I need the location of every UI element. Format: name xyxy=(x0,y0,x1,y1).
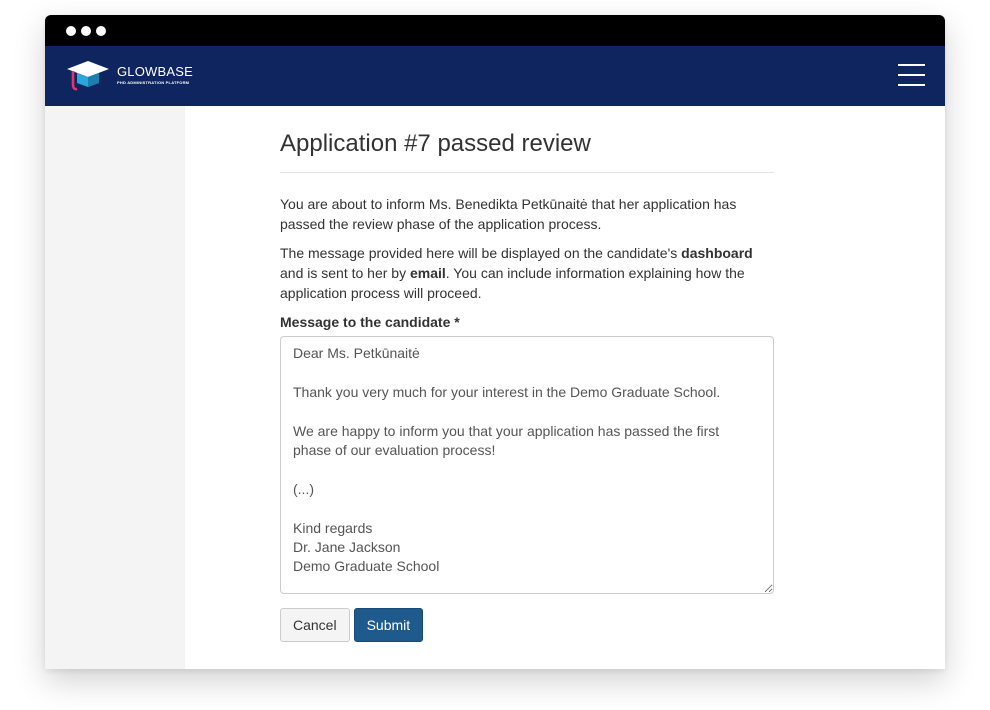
page-title: Application #7 passed review xyxy=(280,106,774,173)
browser-window: GLOWBASE PHD ADMINISTRATION PLATFORM App… xyxy=(45,15,945,669)
window-dot xyxy=(81,25,91,36)
sidebar xyxy=(45,106,185,669)
top-navbar: GLOWBASE PHD ADMINISTRATION PLATFORM xyxy=(45,46,945,106)
submit-button[interactable]: Submit xyxy=(353,608,424,642)
intro-text: You are about to inform Ms. Benedikta Pe… xyxy=(280,196,737,232)
info-text: The message provided here will be displa… xyxy=(280,245,753,301)
window-titlebar xyxy=(45,15,945,46)
message-textarea[interactable]: Dear Ms. Petkūnaitė Thank you very much … xyxy=(280,336,774,594)
dashboard-emphasis: dashboard xyxy=(681,245,753,261)
brand-name: GLOWBASE xyxy=(117,64,194,79)
message-label: Message to the candidate * xyxy=(280,314,460,330)
window-dot xyxy=(96,25,106,36)
brand-tagline: PHD ADMINISTRATION PLATFORM xyxy=(117,80,190,85)
email-emphasis: email xyxy=(409,265,446,281)
brand-logo-link[interactable]: GLOWBASE PHD ADMINISTRATION PLATFORM xyxy=(65,58,193,92)
window-dot xyxy=(66,25,76,36)
main-content: Application #7 passed review You are abo… xyxy=(280,106,774,642)
form-buttons: Cancel Submit xyxy=(280,608,774,642)
content-area: Application #7 passed review You are abo… xyxy=(45,106,945,669)
graduation-cap-logo-icon xyxy=(67,61,109,91)
hamburger-menu-icon[interactable] xyxy=(898,64,925,86)
cancel-button[interactable]: Cancel xyxy=(280,608,350,642)
